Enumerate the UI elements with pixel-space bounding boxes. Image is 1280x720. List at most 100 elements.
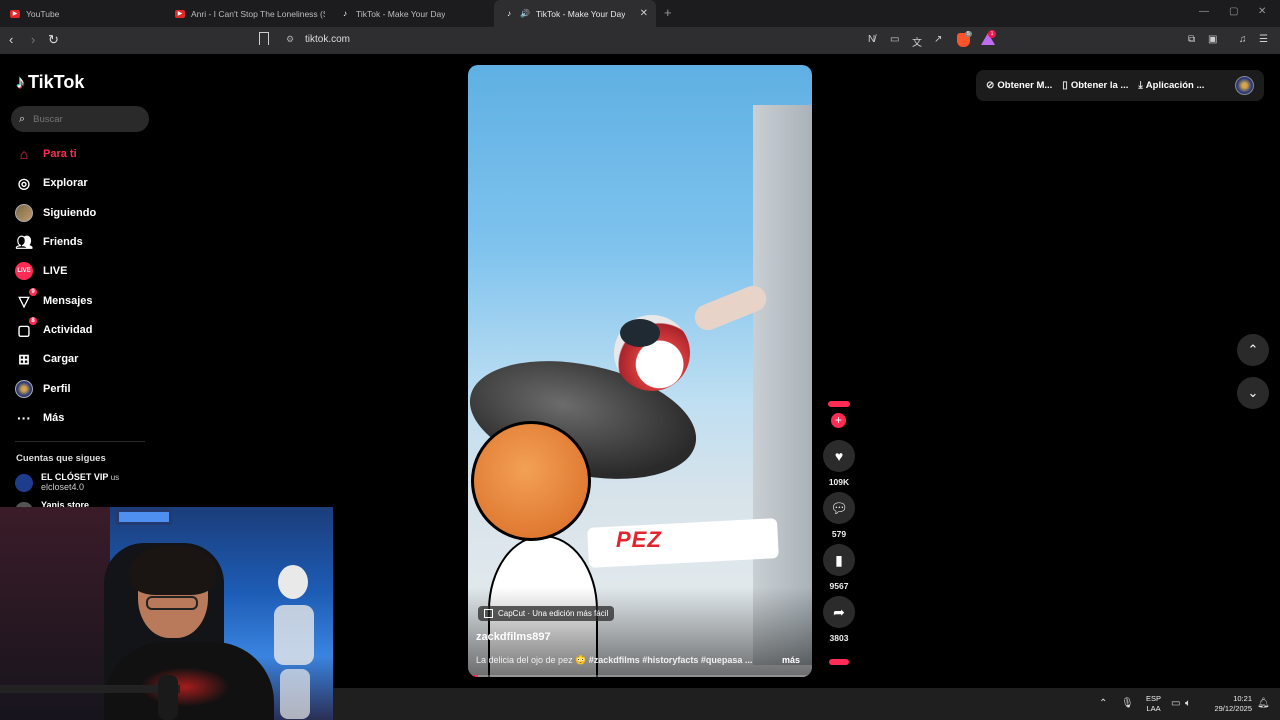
logo-text: TikTok — [28, 72, 85, 92]
microphone-icon[interactable]: 🎙︎ — [1121, 698, 1134, 709]
speaker-icon[interactable]: 🔊 — [520, 9, 530, 18]
sidebar-item-label: Perfil — [43, 383, 71, 395]
sidebar-item-explorar[interactable]: ◎ Explorar — [15, 172, 88, 194]
account-name: EL CLÓSET VIP us — [41, 472, 120, 482]
video-username[interactable]: zackdfilms897 — [476, 631, 551, 643]
cartoon-character — [471, 421, 591, 541]
sidebar-item-mas[interactable]: ··· Más — [15, 407, 64, 429]
music-disc[interactable] — [829, 659, 849, 665]
sidebar-item-live[interactable]: LIVE LIVE — [15, 260, 67, 282]
bookmark-icon[interactable] — [259, 32, 269, 45]
chevron-up-icon: ⌃ — [1247, 342, 1259, 357]
youtube-icon: ▶ — [175, 9, 185, 18]
cast-icon[interactable]: ▭ — [890, 34, 899, 45]
more-link[interactable]: más — [782, 655, 800, 665]
capcut-tag[interactable]: CapCut · Una edición más fácil — [478, 606, 615, 621]
following-account[interactable]: EL CLÓSET VIP us elcloset4.0 — [15, 472, 119, 492]
minimize-icon[interactable]: — — [1199, 6, 1209, 17]
video-progress[interactable] — [468, 675, 812, 677]
next-video-button[interactable]: ⌄ — [1237, 377, 1269, 409]
following-avatar — [15, 204, 33, 222]
like-button[interactable]: ♥ — [823, 440, 855, 472]
url-field[interactable]: tiktok.com — [305, 34, 350, 45]
tab-tiktok-active[interactable]: ♪ 🔊 TikTok - Make Your Day ✕ — [494, 0, 656, 27]
volume-icon[interactable]: 🔈︎ — [1185, 698, 1191, 709]
activity-badge: 8 — [29, 317, 37, 325]
sidebar-item-friends[interactable]: 👥︎ Friends — [15, 231, 83, 253]
close-icon[interactable]: ✕ — [640, 8, 648, 19]
reader-off-icon[interactable]: N̸ — [868, 34, 875, 45]
tab-tiktok[interactable]: ♪ TikTok - Make Your Day — [330, 0, 490, 27]
forward-icon[interactable]: › — [31, 32, 35, 47]
capcut-icon — [484, 609, 493, 618]
extensions-icon[interactable]: ⧉ — [1188, 34, 1195, 45]
search-input[interactable] — [33, 113, 134, 125]
comment-icon: 💬︎ — [830, 499, 848, 516]
sidebar-item-label: Actividad — [43, 324, 93, 336]
language-indicator[interactable]: ESP LAA — [1146, 694, 1161, 714]
get-app-button[interactable]: ▯ Obtener la ... — [1062, 80, 1128, 91]
sidebar-item-para-ti[interactable]: ⌂ Para ti — [15, 143, 77, 165]
sidebar-item-label: LIVE — [43, 265, 68, 277]
tiktok-icon: ♪ — [16, 72, 25, 92]
follow-button[interactable]: + — [831, 413, 846, 428]
tiktok-icon: ♪ — [507, 9, 511, 18]
window-close-icon[interactable]: ✕ — [1258, 6, 1266, 17]
back-icon[interactable]: ‹ — [9, 32, 13, 47]
video-hashtags[interactable]: #zackdfilms #historyfacts #quepasa ... — [589, 655, 753, 665]
translate-icon[interactable]: 文 — [912, 34, 922, 49]
maximize-icon[interactable]: ▢ — [1229, 6, 1238, 17]
tray-chevron-icon[interactable]: ⌃ — [1099, 698, 1107, 709]
sidebar-icon[interactable]: ▣ — [1208, 34, 1217, 45]
previous-video-button[interactable]: ⌃ — [1237, 334, 1269, 366]
media-icon[interactable]: ♫ — [1239, 34, 1247, 45]
creator-avatar[interactable] — [828, 401, 850, 407]
tiktok-logo[interactable]: ♪ TikTok — [16, 72, 84, 93]
tiktok-icon: ♪ — [343, 9, 347, 18]
coin-icon: ⊘ — [986, 80, 995, 91]
tab-title: TikTok - Make Your Day — [536, 8, 626, 19]
network-icon[interactable]: ▭ — [1171, 698, 1180, 709]
browser-tab-strip: ▶ YouTube ▶ Anri - I Can't Stop The Lone… — [0, 0, 1280, 27]
share-icon[interactable]: ↗ — [934, 34, 942, 45]
chevron-down-icon: ⌄ — [1247, 385, 1259, 400]
comment-button[interactable]: 💬︎ — [823, 492, 855, 524]
webcam-overlay — [0, 507, 333, 720]
search-icon: ⌕ — [19, 112, 26, 125]
share-button[interactable]: ➦ — [823, 596, 855, 628]
tab-anri[interactable]: ▶ Anri - I Can't Stop The Loneliness (Sa — [165, 0, 325, 27]
sidebar-item-label: Siguiendo — [43, 207, 97, 219]
screen: ▶ YouTube ▶ Anri - I Can't Stop The Lone… — [0, 0, 1280, 720]
youtube-icon: ▶ — [10, 9, 20, 18]
menu-icon[interactable]: ☰ — [1259, 34, 1268, 45]
comment-count: 579 — [831, 529, 847, 539]
capcut-label: CapCut · Una edición más fácil — [498, 609, 609, 618]
fish-eye-illustration — [614, 315, 690, 391]
save-button[interactable]: ▮ — [823, 544, 855, 576]
rewards-count: 1 — [988, 30, 996, 38]
sidebar-item-label: Mensajes — [43, 295, 93, 307]
following-section-title: Cuentas que sigues — [16, 453, 106, 464]
get-app-bar: ⊘ Obtener M... ▯ Obtener la ... ⤓ Aplica… — [976, 70, 1264, 101]
notification-icon[interactable]: 🔔︎ — [1257, 698, 1270, 709]
desktop-app-button[interactable]: ⤓ Aplicación ... — [1138, 80, 1204, 91]
profile-avatar[interactable] — [1235, 76, 1254, 95]
sidebar-item-actividad[interactable]: ▢ 8 Actividad — [15, 317, 93, 341]
new-tab-button[interactable]: + — [664, 5, 672, 20]
activity-icon: ▢ 8 — [15, 317, 37, 339]
sidebar-item-siguiendo[interactable]: Siguiendo — [15, 202, 96, 224]
sidebar-item-perfil[interactable]: Perfil — [15, 378, 71, 400]
video-player[interactable]: PEZ CapCut · Una edición más fácil zackd… — [468, 65, 812, 677]
reload-icon[interactable]: ↻ — [48, 32, 59, 48]
sidebar-item-label: Friends — [43, 236, 83, 248]
get-coins-button[interactable]: ⊘ Obtener M... — [986, 80, 1052, 91]
tab-youtube[interactable]: ▶ YouTube — [0, 0, 165, 27]
site-settings-icon[interactable]: ⚙ — [286, 34, 294, 45]
live-icon: LIVE — [15, 262, 33, 280]
search-box[interactable]: ⌕ — [11, 106, 149, 132]
account-handle: elcloset4.0 — [41, 482, 85, 492]
heart-icon: ♥ — [834, 448, 844, 464]
sidebar-item-mensajes[interactable]: ▽ 9 Mensajes — [15, 288, 93, 312]
sidebar-item-cargar[interactable]: ⊞ Cargar — [15, 348, 78, 370]
system-clock[interactable]: 10:21 29/12/2025 — [1206, 694, 1252, 714]
